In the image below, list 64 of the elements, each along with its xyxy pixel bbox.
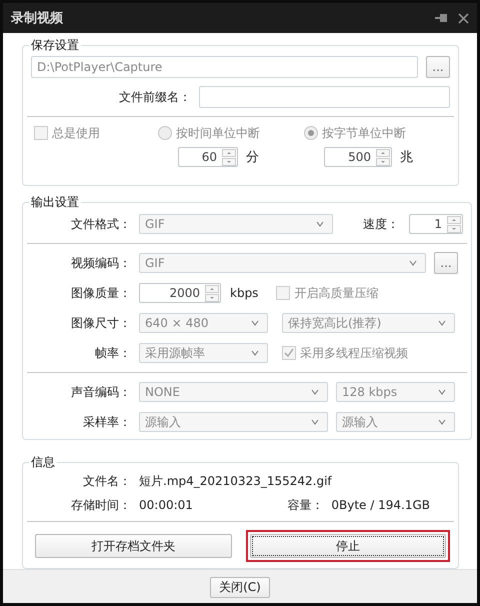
spin-up-button[interactable] xyxy=(222,149,236,157)
info-label: 容量： xyxy=(287,496,324,514)
field-label: 采样率： xyxy=(82,414,132,430)
elapsed-time: 00:00:01 xyxy=(139,498,193,512)
spin-down-button[interactable] xyxy=(222,158,236,166)
field-label: 文件格式： xyxy=(70,216,132,232)
open-folder-button[interactable]: 打开存档文件夹 xyxy=(35,534,232,558)
frame-rate-dropdown[interactable]: 采用源帧率 xyxy=(139,343,268,363)
caret-icon xyxy=(311,389,319,395)
field-label: 图像尺寸： xyxy=(70,314,132,332)
caret-icon xyxy=(438,419,446,425)
audio-codec-dropdown[interactable]: NONE xyxy=(139,382,328,402)
radio-label: 按时间单位中断 xyxy=(176,124,260,142)
stop-button[interactable]: 停止 xyxy=(250,534,446,558)
caret-icon xyxy=(251,320,259,326)
group-title: 信息 xyxy=(30,454,56,471)
caret-icon xyxy=(438,389,446,395)
codec-dropdown[interactable]: GIF xyxy=(139,253,426,273)
checkbox-label: 采用多线程压缩视频 xyxy=(300,344,408,362)
spin-down-button[interactable] xyxy=(376,158,390,166)
caret-icon xyxy=(438,320,446,326)
spin-up-button[interactable] xyxy=(376,149,390,157)
size-dropdown[interactable]: 640 × 480 xyxy=(139,313,268,333)
aspect-dropdown[interactable]: 保持宽高比(推荐) xyxy=(282,313,455,333)
browse-button[interactable]: ... xyxy=(426,56,450,78)
unit-label: kbps xyxy=(230,286,258,300)
radio-label: 按字节单位中断 xyxy=(322,124,406,142)
folder-path-field[interactable]: D:\PotPlayer\Capture xyxy=(31,56,418,78)
codec-settings-button[interactable]: ... xyxy=(434,252,458,274)
info-label: 存储时间： xyxy=(70,496,132,514)
field-label: 帧率： xyxy=(94,344,132,362)
window-title: 录制视频 xyxy=(11,10,64,27)
spin-up-button[interactable] xyxy=(447,216,461,224)
capacity-value: 0Byte / 194.1GB xyxy=(331,498,430,512)
pin-icon[interactable] xyxy=(434,12,448,24)
file-name: 短片.mp4_20210323_155242.gif xyxy=(139,472,332,490)
quality-number-field[interactable]: 2000 xyxy=(139,283,221,303)
field-label: 声音编码： xyxy=(70,384,132,400)
spin-down-button[interactable] xyxy=(447,225,461,233)
close-button[interactable]: 关闭(C) xyxy=(210,576,270,598)
spin-down-button[interactable] xyxy=(205,294,219,302)
group-title: 保存设置 xyxy=(30,37,80,54)
checkbox-label: 总是使用 xyxy=(52,124,100,142)
info-label: 文件名： xyxy=(82,472,132,490)
field-label: 文件前缀名： xyxy=(118,88,192,106)
bitrate-dropdown[interactable]: 128 kbps xyxy=(336,382,455,402)
caret-icon xyxy=(409,260,417,266)
format-dropdown[interactable]: GIF xyxy=(139,214,333,234)
caret-icon xyxy=(311,419,319,425)
field-label: 视频编码： xyxy=(70,254,132,272)
group-title: 输出设置 xyxy=(30,194,80,211)
channel-dropdown[interactable]: 源输入 xyxy=(336,412,455,432)
caret-icon xyxy=(316,221,324,227)
close-icon[interactable] xyxy=(458,12,469,24)
unit-label: 兆 xyxy=(400,149,413,166)
speed-number-field[interactable]: 1 xyxy=(409,214,463,234)
checkbox-label: 开启高质量压缩 xyxy=(294,284,378,302)
unit-label: 分 xyxy=(246,149,259,166)
field-label: 图像质量： xyxy=(70,284,132,302)
sample-rate-dropdown[interactable]: 源输入 xyxy=(139,412,328,432)
field-label: 速度： xyxy=(362,216,399,232)
caret-icon xyxy=(251,350,259,356)
prefix-input-field[interactable] xyxy=(199,86,450,108)
spin-up-button[interactable] xyxy=(205,285,219,293)
